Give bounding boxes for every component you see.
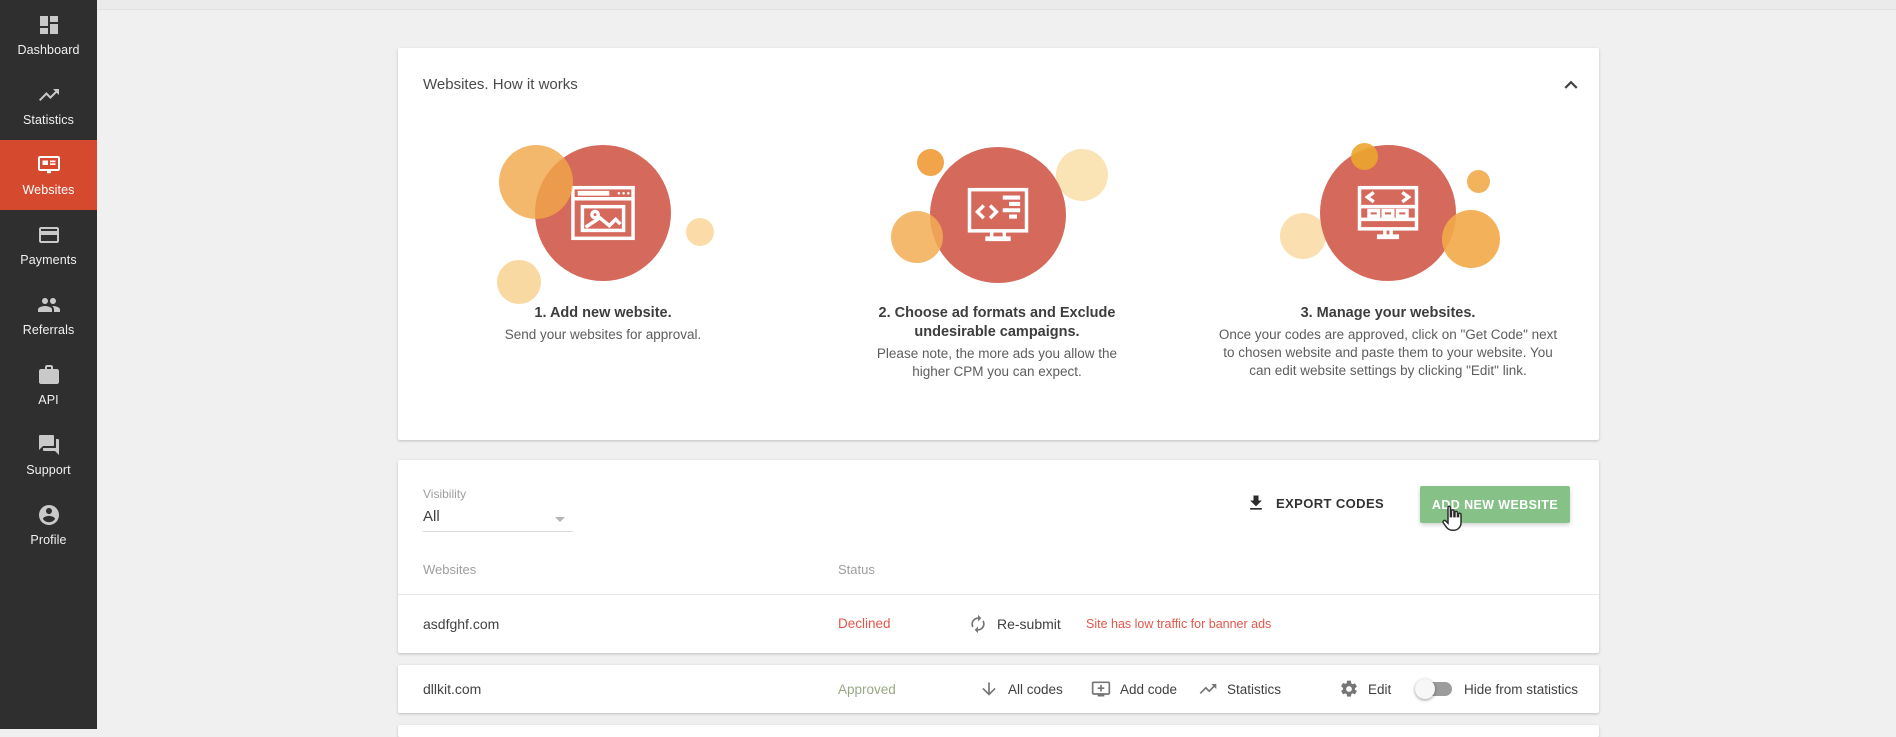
decor-circle	[1280, 213, 1326, 259]
hide-from-statistics-label: Hide from statistics	[1464, 682, 1578, 697]
sidebar-item-payments[interactable]: Payments	[0, 210, 97, 280]
download-icon	[1246, 493, 1266, 513]
browser-image-icon	[565, 175, 641, 251]
export-codes-button[interactable]: EXPORT CODES	[1246, 493, 1384, 513]
sidebar-item-profile[interactable]: Profile	[0, 490, 97, 560]
sidebar-item-api[interactable]: API	[0, 350, 97, 420]
decor-circle	[686, 218, 714, 246]
visibility-value: All	[423, 508, 440, 525]
website-row-card-partial	[398, 725, 1599, 737]
column-header-status: Status	[838, 562, 875, 577]
refresh-icon	[968, 614, 988, 634]
table-row: dllkit.com Approved All codes Add code S…	[398, 665, 1599, 713]
step-1: 1. Add new website. Send your websites f…	[453, 120, 753, 440]
edit-label: Edit	[1368, 682, 1391, 697]
sidebar-item-websites[interactable]: Websites	[0, 140, 97, 210]
sidebar-item-label: Support	[26, 463, 70, 477]
monitor-manage-icon	[1350, 175, 1426, 251]
sidebar-item-label: Websites	[23, 183, 75, 197]
chevron-up-icon	[1558, 72, 1584, 98]
step-3: 3. Manage your websites. Once your codes…	[1203, 120, 1573, 440]
step-2-illustration	[930, 147, 1066, 283]
decor-circle	[1351, 143, 1378, 170]
sidebar-item-label: Dashboard	[17, 43, 79, 57]
visibility-select[interactable]: All	[423, 508, 573, 532]
export-codes-label: EXPORT CODES	[1276, 496, 1384, 511]
resubmit-label: Re-submit	[997, 616, 1061, 632]
table-row: asdfghf.com Declined Re-submit Site has …	[398, 594, 1599, 653]
decor-circle	[891, 211, 943, 263]
gear-icon	[1339, 679, 1359, 699]
step-1-description: Send your websites for approval.	[453, 326, 753, 344]
statistics-label: Statistics	[1227, 682, 1281, 697]
monitor-code-icon	[960, 177, 1036, 253]
sidebar-item-support[interactable]: Support	[0, 420, 97, 490]
decor-circle	[1442, 210, 1500, 268]
sidebar-item-statistics[interactable]: Statistics	[0, 70, 97, 140]
status-badge: Approved	[838, 682, 896, 697]
decor-circle	[499, 145, 573, 219]
toggle-knob	[1415, 679, 1435, 699]
trending-up-icon	[1198, 679, 1218, 699]
step-2-description: Please note, the more ads you allow the …	[866, 345, 1128, 381]
add-new-website-button[interactable]: ADD NEW WEBSITE	[1420, 486, 1570, 523]
how-it-works-title: Websites. How it works	[423, 76, 578, 93]
sidebar-item-label: Statistics	[23, 113, 74, 127]
column-header-websites: Websites	[423, 562, 476, 577]
credit-card-icon	[37, 223, 61, 247]
step-2-title: 2. Choose ad formats and Exclude undesir…	[842, 304, 1152, 342]
sidebar-item-label: Payments	[20, 253, 76, 267]
website-name: dllkit.com	[423, 681, 481, 697]
step-1-title: 1. Add new website.	[453, 304, 753, 323]
step-3-illustration	[1320, 145, 1456, 281]
website-row-card: dllkit.com Approved All codes Add code S…	[398, 665, 1599, 713]
decor-circle	[497, 260, 541, 304]
all-codes-label: All codes	[1008, 682, 1063, 697]
step-3-description: Once your codes are approved, click on "…	[1215, 326, 1561, 379]
websites-table-card: Visibility All EXPORT CODES ADD NEW WEBS…	[398, 460, 1599, 653]
arrow-down-icon	[979, 679, 999, 699]
website-card-icon	[37, 153, 61, 177]
top-shadow-strip	[97, 0, 1896, 10]
briefcase-icon	[37, 363, 61, 387]
collapse-panel-button[interactable]	[1558, 72, 1584, 98]
add-to-queue-icon	[1091, 679, 1111, 699]
decor-circle	[1056, 149, 1108, 201]
all-codes-button[interactable]: All codes	[979, 679, 1063, 699]
sidebar-item-label: Profile	[30, 533, 66, 547]
sidebar-item-referrals[interactable]: Referrals	[0, 280, 97, 350]
decor-circle	[917, 149, 944, 176]
dashboard-icon	[37, 13, 61, 37]
decline-reason-note: Site has low traffic for banner ads	[1086, 617, 1271, 631]
resubmit-button[interactable]: Re-submit	[968, 614, 1061, 634]
website-name: asdfghf.com	[423, 616, 499, 632]
sidebar-item-label: API	[38, 393, 58, 407]
sidebar: Dashboard Statistics Websites Payments R…	[0, 0, 97, 729]
step-2: 2. Choose ad formats and Exclude undesir…	[842, 120, 1152, 440]
person-icon	[37, 503, 61, 527]
dropdown-arrow-icon	[555, 517, 565, 522]
how-it-works-card: Websites. How it works 1. Add new websit…	[398, 48, 1599, 440]
sidebar-item-dashboard[interactable]: Dashboard	[0, 0, 97, 70]
edit-button[interactable]: Edit	[1339, 679, 1391, 699]
statistics-button[interactable]: Statistics	[1198, 679, 1281, 699]
people-icon	[37, 293, 61, 317]
visibility-label: Visibility	[423, 487, 466, 501]
trending-up-icon	[37, 83, 61, 107]
add-code-label: Add code	[1120, 682, 1177, 697]
hide-from-statistics-toggle[interactable]	[1418, 682, 1452, 696]
add-code-button[interactable]: Add code	[1091, 679, 1177, 699]
sidebar-item-label: Referrals	[23, 323, 75, 337]
chat-icon	[37, 433, 61, 457]
step-3-title: 3. Manage your websites.	[1203, 304, 1573, 323]
status-badge: Declined	[838, 616, 891, 631]
decor-circle	[1467, 170, 1490, 193]
